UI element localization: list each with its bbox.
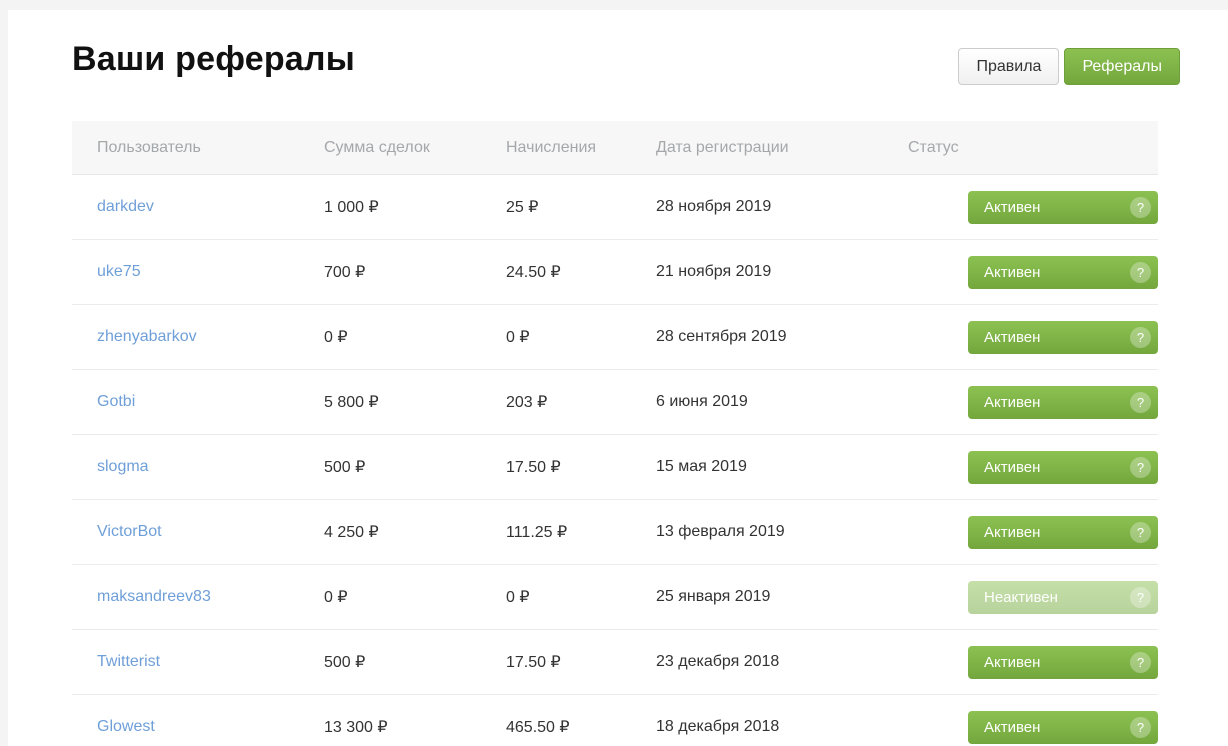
accruals-value: 0 ₽ (506, 329, 530, 346)
status-badge[interactable]: Активен ? (968, 515, 1158, 549)
status-label: Активен (984, 198, 1041, 216)
column-header-status: Статус (908, 138, 959, 156)
status-badge[interactable]: Активен ? (968, 450, 1158, 484)
status-help-icon[interactable]: ? (1130, 586, 1151, 608)
table-row: uke75 700 ₽ 24.50 ₽ 21 ноября 2019 Актив… (72, 240, 1158, 305)
page-background-strip-top (0, 0, 1228, 10)
status-label: Активен (984, 458, 1041, 476)
table-row: Gotbi 5 800 ₽ 203 ₽ 6 июня 2019 Активен … (72, 370, 1158, 435)
table-row: VictorBot 4 250 ₽ 111.25 ₽ 13 февраля 20… (72, 500, 1158, 565)
column-header-reg-date: Дата регистрации (656, 138, 789, 156)
status-help-icon[interactable]: ? (1130, 716, 1151, 738)
table-row: zhenyabarkov 0 ₽ 0 ₽ 28 сентября 2019 Ак… (72, 305, 1158, 370)
status-badge[interactable]: Активен ? (968, 320, 1158, 354)
column-header-deals-sum: Сумма сделок (324, 138, 430, 156)
status-help-icon[interactable]: ? (1130, 456, 1151, 478)
deals-sum-value: 500 ₽ (324, 654, 366, 671)
table-header-row: Пользователь Сумма сделок Начисления Дат… (72, 121, 1158, 175)
status-badge[interactable]: Неактивен ? (968, 580, 1158, 614)
referral-user-link[interactable]: Gotbi (97, 393, 135, 410)
deals-sum-value: 500 ₽ (324, 459, 366, 476)
reg-date-value: 15 мая 2019 (656, 458, 747, 475)
accruals-value: 24.50 ₽ (506, 264, 561, 281)
deals-sum-value: 0 ₽ (324, 589, 348, 606)
reg-date-value: 18 декабря 2018 (656, 718, 780, 735)
deals-sum-value: 13 300 ₽ (324, 719, 388, 736)
reg-date-value: 28 ноября 2019 (656, 198, 772, 215)
table-row: maksandreev83 0 ₽ 0 ₽ 25 января 2019 Неа… (72, 565, 1158, 630)
accruals-value: 465.50 ₽ (506, 719, 570, 736)
referral-user-link[interactable]: uke75 (97, 263, 141, 280)
status-badge[interactable]: Активен ? (968, 645, 1158, 679)
table-row: darkdev 1 000 ₽ 25 ₽ 28 ноября 2019 Акти… (72, 175, 1158, 240)
status-help-icon[interactable]: ? (1130, 261, 1151, 283)
status-badge[interactable]: Активен ? (968, 710, 1158, 744)
status-label: Активен (984, 263, 1041, 281)
status-badge[interactable]: Активен ? (968, 190, 1158, 224)
deals-sum-value: 4 250 ₽ (324, 524, 379, 541)
table-row: Glowest 13 300 ₽ 465.50 ₽ 18 декабря 201… (72, 695, 1158, 746)
reg-date-value: 23 декабря 2018 (656, 653, 780, 670)
accruals-value: 0 ₽ (506, 589, 530, 606)
referral-user-link[interactable]: darkdev (97, 198, 154, 215)
reg-date-value: 6 июня 2019 (656, 393, 748, 410)
reg-date-value: 21 ноября 2019 (656, 263, 772, 280)
deals-sum-value: 5 800 ₽ (324, 394, 379, 411)
status-label: Активен (984, 718, 1041, 736)
column-header-accruals: Начисления (506, 138, 597, 156)
status-label: Активен (984, 328, 1041, 346)
referral-user-link[interactable]: zhenyabarkov (97, 328, 197, 345)
referrals-button[interactable]: Рефералы (1064, 48, 1180, 85)
accruals-value: 111.25 ₽ (506, 524, 568, 541)
status-label: Активен (984, 653, 1041, 671)
referral-user-link[interactable]: maksandreev83 (97, 588, 211, 605)
status-help-icon[interactable]: ? (1130, 521, 1151, 543)
deals-sum-value: 700 ₽ (324, 264, 366, 281)
referral-user-link[interactable]: VictorBot (97, 523, 162, 540)
reg-date-value: 28 сентября 2019 (656, 328, 787, 345)
status-help-icon[interactable]: ? (1130, 391, 1151, 413)
status-help-icon[interactable]: ? (1130, 326, 1151, 348)
accruals-value: 17.50 ₽ (506, 654, 561, 671)
referral-user-link[interactable]: slogma (97, 458, 149, 475)
page-background-strip-left (0, 0, 8, 746)
deals-sum-value: 0 ₽ (324, 329, 348, 346)
table-row: Twitterist 500 ₽ 17.50 ₽ 23 декабря 2018… (72, 630, 1158, 695)
status-label: Активен (984, 393, 1041, 411)
column-header-user: Пользователь (97, 138, 201, 156)
status-help-icon[interactable]: ? (1130, 651, 1151, 673)
page-title: Ваши рефералы (72, 40, 355, 78)
referral-user-link[interactable]: Twitterist (97, 653, 160, 670)
referral-user-link[interactable]: Glowest (97, 718, 155, 735)
status-label: Неактивен (984, 588, 1058, 606)
status-badge[interactable]: Активен ? (968, 385, 1158, 419)
reg-date-value: 13 февраля 2019 (656, 523, 785, 540)
reg-date-value: 25 января 2019 (656, 588, 771, 605)
accruals-value: 17.50 ₽ (506, 459, 561, 476)
accruals-value: 25 ₽ (506, 199, 539, 216)
accruals-value: 203 ₽ (506, 394, 548, 411)
rules-button[interactable]: Правила (958, 48, 1060, 85)
table-row: slogma 500 ₽ 17.50 ₽ 15 мая 2019 Активен… (72, 435, 1158, 500)
toolbar: Правила Рефералы (958, 48, 1180, 85)
status-label: Активен (984, 523, 1041, 541)
referrals-table: Пользователь Сумма сделок Начисления Дат… (72, 121, 1158, 746)
status-badge[interactable]: Активен ? (968, 255, 1158, 289)
table-body: darkdev 1 000 ₽ 25 ₽ 28 ноября 2019 Акти… (72, 175, 1158, 746)
deals-sum-value: 1 000 ₽ (324, 199, 379, 216)
status-help-icon[interactable]: ? (1130, 196, 1151, 218)
